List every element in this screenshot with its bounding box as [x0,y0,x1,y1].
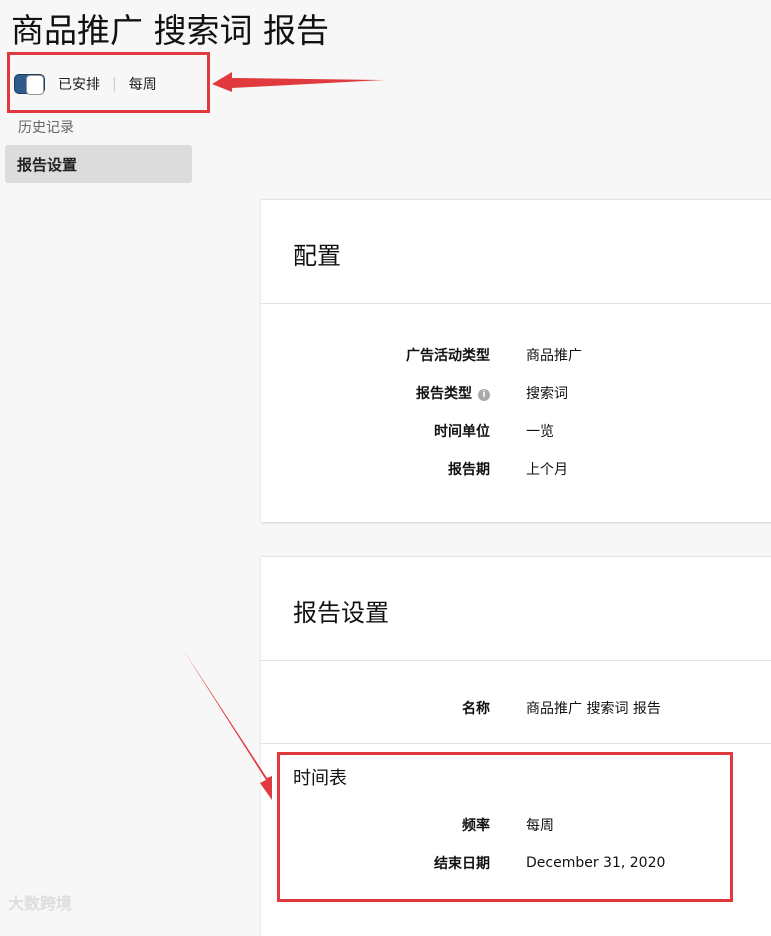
arrow-icon [212,72,385,92]
annotation-arrows [182,72,385,800]
arrow-icon [182,648,272,800]
watermark: 大数跨境 [8,894,73,913]
